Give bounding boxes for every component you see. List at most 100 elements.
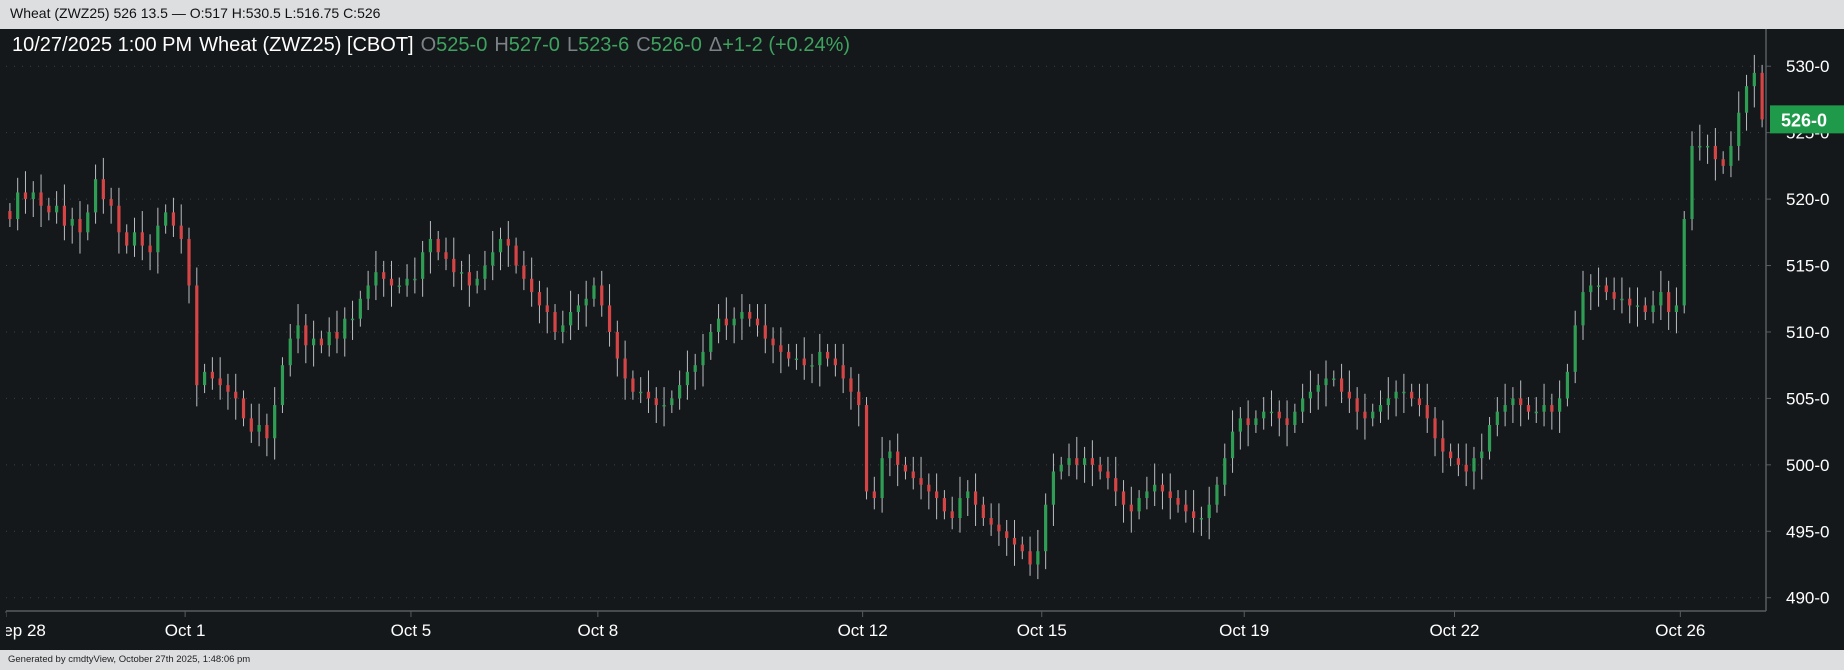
candle-body bbox=[1246, 418, 1250, 425]
candle-body bbox=[981, 504, 985, 518]
candle-body bbox=[93, 179, 98, 213]
candle-body bbox=[1667, 292, 1671, 313]
candle-body bbox=[1005, 531, 1009, 538]
candle-body bbox=[413, 278, 417, 281]
legend-low-value: 523-6 bbox=[578, 34, 630, 56]
candle-body bbox=[1199, 517, 1203, 520]
candle-body bbox=[296, 325, 300, 339]
candle-body bbox=[1114, 478, 1118, 492]
x-tick-label: Oct 19 bbox=[1219, 621, 1269, 640]
candle-body bbox=[1713, 145, 1717, 160]
candle-body bbox=[810, 365, 814, 367]
candle-body bbox=[101, 179, 105, 200]
candle-body bbox=[156, 225, 160, 253]
candle-body bbox=[132, 232, 137, 246]
candle-body bbox=[1511, 398, 1515, 406]
candle-body bbox=[639, 391, 643, 394]
candle-body bbox=[1628, 298, 1632, 306]
candle-body bbox=[1347, 391, 1351, 399]
candle-body bbox=[771, 338, 775, 346]
candle-body bbox=[724, 318, 728, 326]
candle-body bbox=[709, 331, 713, 352]
candle-body bbox=[1737, 112, 1741, 146]
legend-instrument: Wheat (ZWZ25) [CBOT] bbox=[199, 34, 414, 56]
x-tick-label: Oct 12 bbox=[838, 621, 888, 640]
candle-body bbox=[452, 258, 456, 273]
candle-body bbox=[140, 232, 144, 246]
candle-body bbox=[164, 212, 168, 226]
candle-body bbox=[218, 378, 222, 386]
candle-body bbox=[1643, 305, 1647, 313]
y-tick-label: 520-0 bbox=[1786, 190, 1829, 209]
candle-body bbox=[958, 498, 962, 518]
candle-body bbox=[1604, 285, 1608, 293]
candle-body bbox=[16, 192, 20, 220]
candle-body bbox=[615, 331, 619, 359]
candle-body bbox=[701, 351, 705, 366]
candle-body bbox=[1519, 398, 1523, 406]
candle-body bbox=[833, 358, 837, 366]
candle-body bbox=[1075, 458, 1079, 465]
candle-body bbox=[1589, 285, 1593, 293]
candle-body bbox=[1503, 405, 1507, 412]
candle-body bbox=[1036, 551, 1040, 565]
candle-body bbox=[732, 318, 736, 326]
candle-body bbox=[927, 484, 931, 492]
candle-body bbox=[343, 318, 347, 339]
candle-body bbox=[187, 238, 191, 286]
candle-body bbox=[1456, 458, 1460, 465]
candle-body bbox=[62, 205, 67, 226]
candle-body bbox=[148, 245, 152, 253]
candle-body bbox=[265, 424, 269, 439]
candle-body bbox=[304, 325, 308, 346]
legend-open-value: 525-0 bbox=[436, 34, 488, 56]
candle-body bbox=[989, 517, 993, 525]
candle-body bbox=[864, 405, 869, 492]
candle-body bbox=[841, 365, 845, 379]
candle-body bbox=[39, 192, 43, 206]
legend-low-label: L bbox=[566, 34, 579, 56]
candlestick-chart[interactable]: 490-0 495-0 500-0 505-0 510-0 515-0 520-0 525-0… bbox=[0, 29, 1844, 650]
candle-body bbox=[584, 298, 588, 306]
candle-body bbox=[1160, 484, 1165, 492]
candle-body bbox=[234, 391, 238, 399]
candle-body bbox=[1230, 431, 1235, 459]
y-tick-label: 505-0 bbox=[1786, 389, 1829, 408]
candle-body bbox=[1581, 292, 1585, 326]
candle-body bbox=[825, 351, 830, 359]
candle-body bbox=[888, 451, 892, 459]
candle-body bbox=[1262, 411, 1266, 419]
candle-body bbox=[1542, 405, 1546, 412]
x-tick-label: Oct 26 bbox=[1655, 621, 1705, 640]
candle-body bbox=[1534, 411, 1538, 414]
candle-body bbox=[125, 232, 129, 246]
grid-lines bbox=[6, 65, 1766, 599]
candle-body bbox=[1223, 458, 1227, 485]
candle-body bbox=[802, 358, 806, 366]
candle-body bbox=[1752, 72, 1756, 87]
candle-body bbox=[553, 312, 557, 332]
candle-body bbox=[1526, 405, 1531, 412]
candle-body bbox=[436, 238, 440, 253]
x-tick-label: Oct 15 bbox=[1017, 621, 1067, 640]
candle-body bbox=[794, 358, 799, 361]
candle-body bbox=[600, 285, 604, 306]
window-title: Wheat (ZWZ25) 526 13.5 — O:517 H:530.5 L… bbox=[0, 0, 1844, 29]
candle-body bbox=[366, 285, 370, 299]
candle-body bbox=[755, 318, 760, 326]
candle-body bbox=[935, 491, 939, 499]
candle-body bbox=[1355, 398, 1359, 412]
candle-body bbox=[491, 252, 495, 266]
legend-open-label: O bbox=[420, 34, 437, 56]
candle-body bbox=[55, 205, 59, 213]
candle-body bbox=[1293, 411, 1297, 425]
candle-body bbox=[880, 458, 884, 499]
candle-body bbox=[1565, 371, 1570, 399]
candle-body bbox=[1480, 451, 1484, 459]
candle-body bbox=[631, 378, 635, 392]
chart-area[interactable]: 490-0 495-0 500-0 505-0 510-0 515-0 520-0 525-0… bbox=[0, 29, 1844, 650]
candle-body bbox=[273, 405, 277, 439]
candle-body bbox=[1301, 398, 1305, 412]
candle-body bbox=[872, 491, 876, 499]
candle-body bbox=[1129, 504, 1133, 512]
